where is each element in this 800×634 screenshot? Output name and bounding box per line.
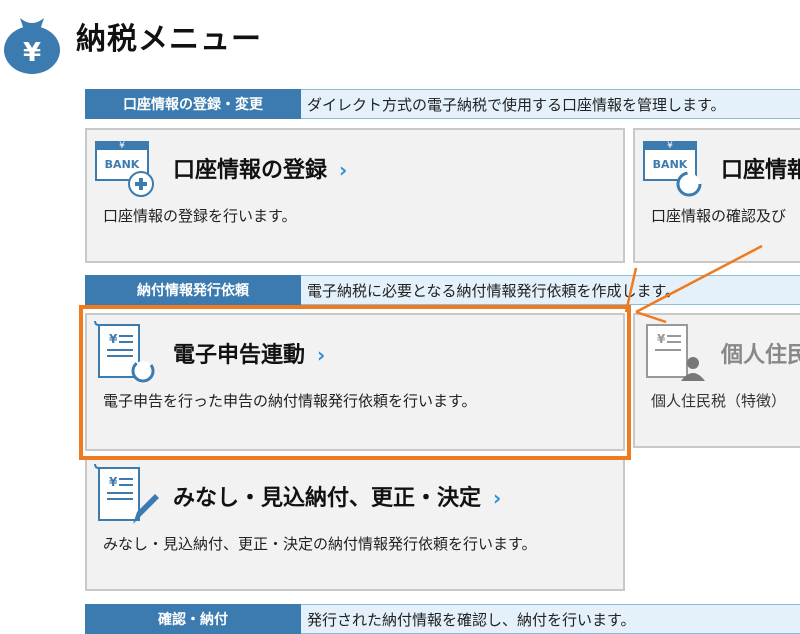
card-desc: みなし・見込納付、更正・決定の納付情報発行依頼を行います。 [103, 535, 537, 553]
chevron-right-icon: › [339, 158, 348, 182]
section-header-bank: 口座情報の登録・変更 ダイレクト方式の電子納税で使用する口座情報を管理します。 [85, 89, 800, 119]
section-label: 納付情報発行依頼 [85, 275, 301, 305]
section-label: 口座情報の登録・変更 [85, 89, 301, 119]
section-desc: ダイレクト方式の電子納税で使用する口座情報を管理します。 [301, 89, 800, 119]
tax-document-refresh-icon: ¥ [94, 320, 155, 383]
e-filing-link-card[interactable]: ¥ 電子申告連動 › 電子申告を行った申告の納付情報発行依頼を行います。 [85, 313, 625, 451]
tax-document-person-icon: ¥ [646, 324, 705, 381]
section-header-confirm-pay: 確認・納付 発行された納付情報を確認し、納付を行います。 [85, 604, 800, 634]
card-desc: 電子申告を行った申告の納付情報発行依頼を行います。 [103, 392, 477, 410]
page-header: ¥ 納税メニュー [0, 0, 800, 80]
bank-confirm-card[interactable]: ¥ BANK 口座情報 口座情報の確認及び [633, 128, 800, 263]
page-title: 納税メニュー [76, 22, 262, 57]
card-title: 口座情報の登録 › [173, 158, 348, 183]
chevron-right-icon: › [493, 486, 502, 510]
card-title: 電子申告連動 › [173, 343, 326, 368]
svg-text:¥: ¥ [657, 332, 666, 346]
bank-card-refresh-icon: ¥ BANK [643, 141, 702, 197]
tax-document-pen-icon: ¥ [94, 463, 159, 524]
bank-register-card[interactable]: ¥ BANK 口座情報の登録 › 口座情報の登録を行います。 [85, 128, 625, 263]
card-title: 個人住民 [721, 343, 800, 368]
card-desc: 口座情報の確認及び [651, 207, 787, 225]
resident-tax-card[interactable]: ¥ 個人住民 個人住民税（特徴） [633, 313, 800, 448]
card-title: 口座情報 [721, 158, 800, 183]
svg-text:¥: ¥ [109, 475, 118, 489]
svg-text:¥: ¥ [109, 332, 118, 346]
card-desc: 個人住民税（特徴） [651, 392, 787, 410]
section-desc: 電子納税に必要となる納付情報発行依頼を作成します。 [301, 275, 800, 305]
bank-card-add-icon: ¥ BANK [95, 141, 154, 197]
svg-text:¥: ¥ [667, 141, 673, 151]
card-title: みなし・見込納付、更正・決定 › [173, 486, 502, 511]
svg-text:¥: ¥ [23, 38, 41, 68]
svg-text:¥: ¥ [119, 141, 125, 151]
svg-text:BANK: BANK [105, 158, 140, 171]
section-desc: 発行された納付情報を確認し、納付を行います。 [301, 604, 800, 634]
section-label: 確認・納付 [85, 604, 301, 634]
deemed-payment-card[interactable]: ¥ みなし・見込納付、更正・決定 › みなし・見込納付、更正・決定の納付情報発行依… [85, 456, 625, 591]
yen-money-bag-icon: ¥ [4, 18, 60, 74]
chevron-right-icon: › [317, 343, 326, 367]
card-desc: 口座情報の登録を行います。 [103, 207, 297, 225]
section-header-payment-request: 納付情報発行依頼 電子納税に必要となる納付情報発行依頼を作成します。 [85, 275, 800, 305]
svg-text:BANK: BANK [653, 158, 688, 171]
